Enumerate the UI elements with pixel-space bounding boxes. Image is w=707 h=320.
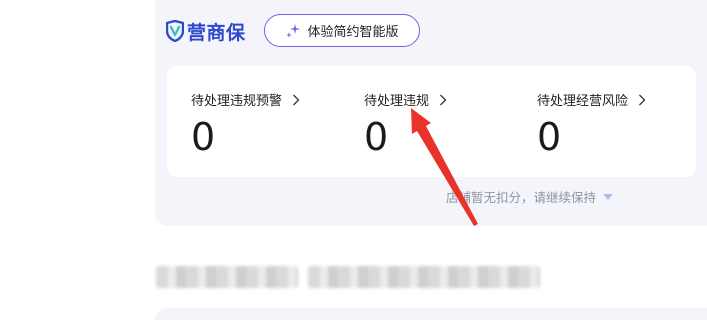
brand: 营商保 (166, 19, 246, 44)
chevron-right-icon (440, 94, 447, 105)
stat-value: 0 (537, 115, 562, 159)
stat-label: 待处理违规预警 (191, 94, 283, 109)
stat-value: 0 (191, 115, 216, 159)
chevron-right-icon (639, 94, 646, 105)
score-status-text: 店铺暂无扣分，请继续保持 (446, 190, 597, 205)
chevron-right-icon (293, 94, 300, 105)
stat-pending-violations[interactable]: 待处理违规 0 (364, 66, 514, 177)
stats-card: 待处理违规预警 0 待处理违规 0 待处理经营风险 0 (167, 66, 696, 177)
caret-down-icon (603, 193, 614, 200)
page: 营商保 体验简约智能版 待处理违规预警 0 待处理违规 0 待处理经营风险 0 … (0, 0, 707, 320)
score-status-toggle[interactable]: 店铺暂无扣分，请继续保持 (446, 187, 614, 206)
stat-label: 待处理经营风险 (537, 94, 629, 109)
experience-button-label: 体验简约智能版 (307, 25, 399, 40)
sparkle-icon (286, 23, 301, 38)
stat-label: 待处理违规 (364, 94, 430, 109)
blurred-text (308, 266, 540, 288)
blurred-text-row (156, 266, 540, 288)
blurred-text (156, 266, 298, 288)
lower-panel (155, 308, 707, 320)
experience-simple-edition-button[interactable]: 体验简约智能版 (264, 14, 420, 47)
brand-name: 营商保 (187, 21, 246, 44)
shield-v-logo-icon (166, 20, 184, 42)
stat-pending-violation-warnings[interactable]: 待处理违规预警 0 (191, 66, 341, 177)
stat-pending-business-risks[interactable]: 待处理经营风险 0 (537, 66, 687, 177)
stat-value: 0 (364, 115, 389, 159)
